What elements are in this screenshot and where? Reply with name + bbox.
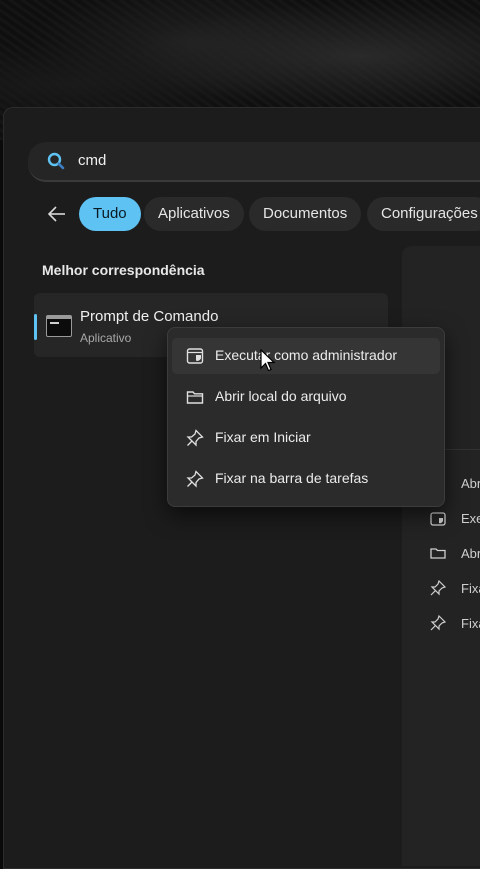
result-type: Aplicativo bbox=[80, 331, 132, 345]
best-match-heading: Melhor correspondência bbox=[42, 262, 205, 278]
details-action-pin-taskbar[interactable]: Fixa bbox=[461, 616, 480, 631]
pin-icon bbox=[186, 470, 204, 488]
selection-indicator bbox=[34, 314, 37, 340]
back-button[interactable] bbox=[44, 202, 70, 226]
menu-item-label: Fixar em Iniciar bbox=[215, 429, 311, 445]
pin-icon bbox=[186, 429, 204, 447]
shield-icon bbox=[430, 512, 446, 526]
search-icon bbox=[47, 152, 65, 170]
filter-settings[interactable]: Configurações bbox=[367, 197, 480, 231]
menu-item-label: Abrir local do arquivo bbox=[215, 388, 347, 404]
menu-item-pin-to-start[interactable]: Fixar em Iniciar bbox=[172, 420, 440, 456]
details-action-run-admin[interactable]: Exe bbox=[461, 511, 480, 526]
result-name: Prompt de Comando bbox=[80, 308, 219, 325]
folder-icon bbox=[430, 548, 446, 559]
pin-icon bbox=[430, 580, 446, 596]
arrow-left-icon bbox=[47, 206, 65, 222]
details-action-pin-start[interactable]: Fixa bbox=[461, 581, 480, 596]
menu-item-run-as-admin[interactable]: Executar como administrador bbox=[172, 338, 440, 374]
search-input[interactable]: cmd bbox=[78, 152, 106, 169]
menu-item-label: Executar como administrador bbox=[215, 347, 398, 363]
menu-item-open-file-location[interactable]: Abrir local do arquivo bbox=[172, 379, 440, 415]
details-action-open[interactable]: Abr bbox=[461, 476, 480, 491]
filter-apps[interactable]: Aplicativos bbox=[144, 197, 244, 231]
filter-documents[interactable]: Documentos bbox=[249, 197, 362, 231]
filter-all[interactable]: Tudo bbox=[79, 197, 141, 231]
search-box[interactable]: cmd bbox=[28, 142, 480, 182]
mouse-cursor-icon bbox=[260, 349, 276, 372]
context-menu: Executar como administrador Abrir local … bbox=[167, 327, 445, 507]
shield-icon bbox=[186, 348, 204, 364]
menu-item-pin-to-taskbar[interactable]: Fixar na barra de tarefas bbox=[172, 461, 440, 497]
folder-icon bbox=[186, 391, 204, 404]
details-action-open-location[interactable]: Abr bbox=[461, 546, 480, 561]
menu-item-label: Fixar na barra de tarefas bbox=[215, 470, 369, 486]
pin-icon bbox=[430, 615, 446, 631]
terminal-icon bbox=[46, 315, 72, 337]
